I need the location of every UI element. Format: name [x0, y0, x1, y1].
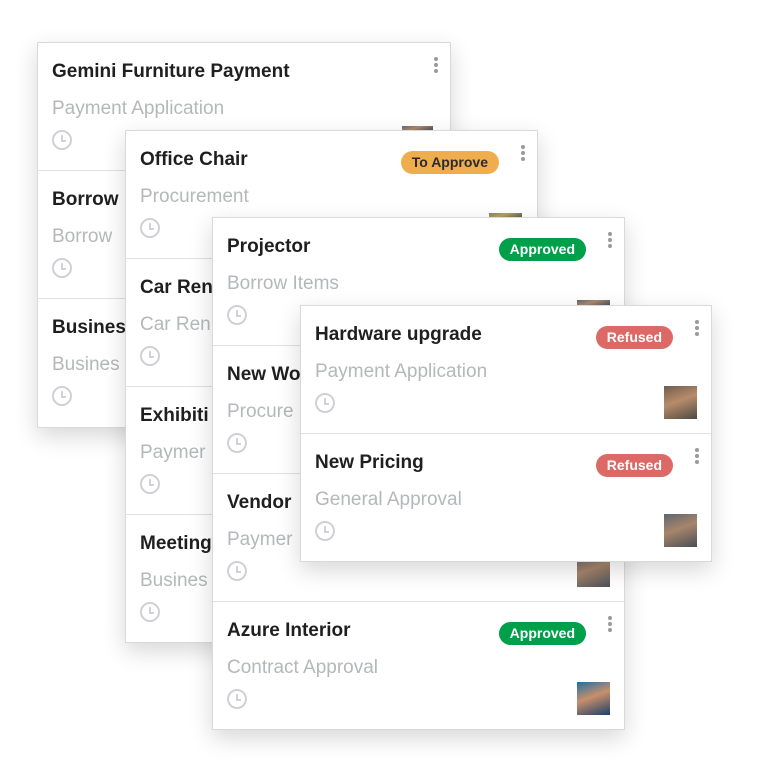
kebab-menu-icon[interactable]: [521, 145, 525, 161]
kebab-menu-icon[interactable]: [608, 232, 612, 248]
card-title: Car Ren: [140, 277, 213, 298]
approval-card[interactable]: Azure Interior Approved Contract Approva…: [213, 602, 624, 729]
status-badge: Refused: [595, 454, 673, 477]
status-badge: To Approve: [400, 151, 499, 174]
card-title: Borrow: [52, 189, 119, 210]
card-title: New Pricing: [315, 452, 424, 473]
kebab-menu-icon[interactable]: [608, 616, 612, 632]
card-subtitle: Busines: [140, 570, 208, 591]
avatar[interactable]: [664, 514, 697, 547]
card-subtitle: Paymer: [140, 442, 206, 463]
clock-icon[interactable]: [227, 689, 247, 709]
card-title: Projector: [227, 236, 311, 257]
avatar[interactable]: [489, 213, 522, 217]
card-subtitle: General Approval: [315, 489, 462, 510]
status-badge: Approved: [498, 238, 586, 261]
card-title: Azure Interior: [227, 620, 351, 641]
card-subtitle: Paymer: [227, 529, 293, 550]
clock-icon[interactable]: [227, 433, 247, 453]
card-subtitle: Borrow Items: [227, 273, 339, 294]
card-title: Busines: [52, 317, 126, 338]
clock-icon[interactable]: [52, 386, 72, 406]
kebab-menu-icon[interactable]: [695, 448, 699, 464]
card-subtitle: Borrow: [52, 226, 113, 247]
status-badge: Refused: [595, 326, 673, 349]
card-title: Exhibiti: [140, 405, 209, 426]
avatar[interactable]: [577, 682, 610, 715]
approval-card[interactable]: Hardware upgrade Refused Payment Applica…: [301, 306, 711, 434]
clock-icon[interactable]: [140, 346, 160, 366]
card-title: Gemini Furniture Payment: [52, 61, 290, 82]
card-subtitle: Contract Approval: [227, 657, 379, 678]
clock-icon[interactable]: [140, 602, 160, 622]
clock-icon[interactable]: [227, 305, 247, 325]
approval-column-4: Hardware upgrade Refused Payment Applica…: [300, 305, 712, 562]
kebab-menu-icon[interactable]: [434, 57, 438, 73]
card-title: Meeting: [140, 533, 212, 554]
clock-icon[interactable]: [140, 218, 160, 238]
clock-icon[interactable]: [315, 393, 335, 413]
clock-icon[interactable]: [52, 130, 72, 150]
clock-icon[interactable]: [315, 521, 335, 541]
card-title: Vendor: [227, 492, 292, 513]
clock-icon[interactable]: [52, 258, 72, 278]
status-badge: Approved: [498, 622, 586, 645]
card-subtitle: Payment Application: [315, 361, 488, 382]
kebab-menu-icon[interactable]: [695, 320, 699, 336]
avatar[interactable]: [402, 126, 433, 130]
card-subtitle: Car Ren: [140, 314, 211, 335]
card-subtitle: Busines: [52, 354, 120, 375]
card-title: New Wo: [227, 364, 301, 385]
clock-icon[interactable]: [140, 474, 160, 494]
card-subtitle: Procurement: [140, 186, 249, 207]
card-title: Hardware upgrade: [315, 324, 482, 345]
avatar[interactable]: [664, 386, 697, 419]
card-title: Office Chair: [140, 149, 248, 170]
approval-card[interactable]: New Pricing Refused General Approval: [301, 434, 711, 561]
card-subtitle: Payment Application: [52, 98, 225, 119]
clock-icon[interactable]: [227, 561, 247, 581]
card-subtitle: Procure: [227, 401, 294, 422]
avatar[interactable]: [577, 300, 610, 305]
